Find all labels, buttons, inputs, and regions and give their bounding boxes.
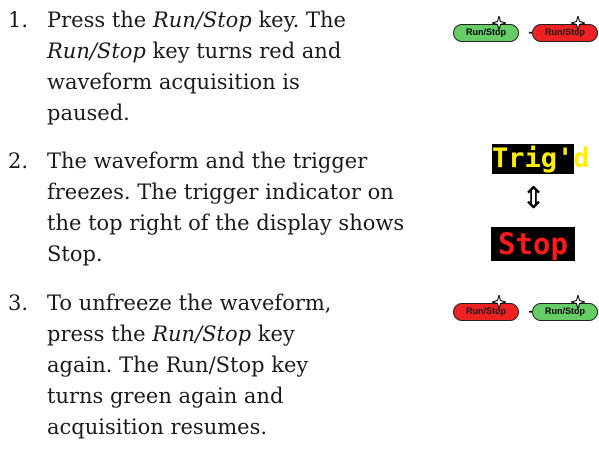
run-stop-key-red[interactable]: Run/Stop	[453, 295, 519, 321]
text-line: the top right of the display shows	[47, 211, 405, 235]
step-number: 2.	[8, 149, 29, 173]
text-line: The waveform and the trigger	[47, 149, 368, 173]
sparkle-icon	[571, 16, 585, 30]
step-text: The waveform and the trigger freezes. The…	[47, 146, 404, 270]
step-text: To unfreeze the waveform, press the Run/S…	[47, 288, 331, 443]
step-number: 3.	[8, 291, 29, 315]
key-name-emphasis: Run/Stop	[47, 39, 146, 63]
stop-indicator: Stop	[491, 227, 575, 261]
key-name-emphasis: Run/Stop	[152, 8, 252, 32]
text-line: Run/Stop key turns red and	[47, 39, 342, 63]
sparkle-icon	[571, 295, 585, 309]
sparkle-icon	[492, 295, 506, 309]
run-stop-key-green[interactable]: Run/Stop	[532, 295, 598, 321]
trigd-indicator: Trig'd	[492, 143, 590, 174]
run-stop-key-green[interactable]: Run/Stop	[453, 16, 519, 42]
text-line: Press the Run/Stop key. The	[47, 8, 346, 32]
text-line: acquisition resumes.	[47, 415, 268, 439]
sparkle-icon	[492, 16, 506, 30]
step-number: 1.	[8, 8, 29, 32]
text-line: To unfreeze the waveform,	[47, 291, 332, 315]
step-2: 2. The waveform and the trigger freezes. …	[0, 146, 470, 276]
text-line: paused.	[47, 101, 130, 125]
step-1: 1. Press the Run/Stop key. The Run/Stop k…	[0, 5, 440, 135]
step-3: 3. To unfreeze the waveform, press the Ru…	[0, 288, 440, 458]
key-name-emphasis: Run/Stop	[152, 322, 252, 346]
text-line: again. The Run/Stop key	[47, 353, 309, 377]
text-line: freezes. The trigger indicator on	[47, 180, 394, 204]
run-stop-key-red[interactable]: Run/Stop	[532, 16, 598, 42]
text-line: turns green again and	[47, 384, 284, 408]
updown-arrow-icon: ⇕	[521, 181, 547, 216]
step-text: Press the Run/Stop key. The Run/Stop key …	[47, 5, 346, 129]
text-line: press the Run/Stop key	[47, 322, 295, 346]
text-line: Stop.	[47, 242, 103, 266]
text-line: waveform acquisition is	[47, 70, 300, 94]
